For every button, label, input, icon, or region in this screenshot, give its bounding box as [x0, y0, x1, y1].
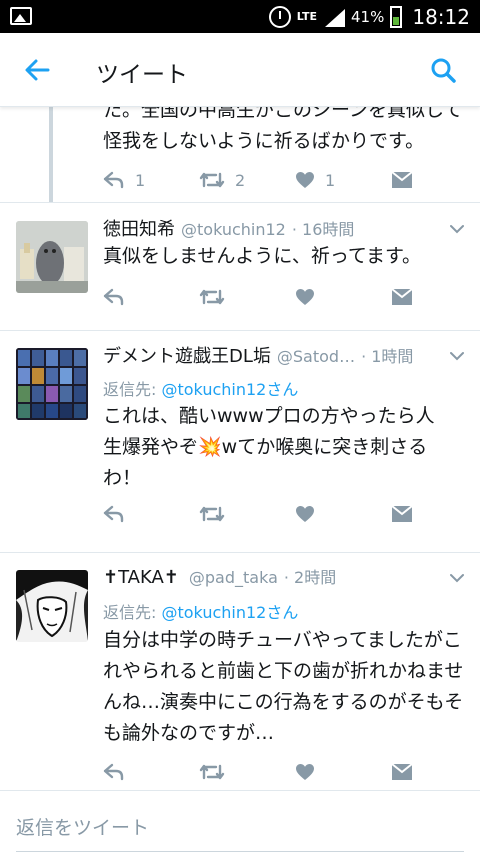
- reply-button[interactable]: 1: [103, 171, 199, 190]
- like-button[interactable]: [295, 288, 391, 306]
- reply-button[interactable]: [103, 505, 199, 523]
- reply-input[interactable]: 返信をツイート: [16, 813, 149, 840]
- like-count: 1: [325, 170, 336, 190]
- signal-icon: [323, 7, 346, 27]
- retweet-button[interactable]: [199, 288, 295, 306]
- reply-to-handle[interactable]: @tokuchin12さん: [161, 380, 298, 399]
- clock: 18:12: [412, 4, 470, 29]
- heart-icon: [296, 764, 314, 780]
- tweet-header: デメント遊戯王DL垢 @Satod… · 1時間: [103, 342, 434, 368]
- tweet-time: · 2時間: [283, 568, 337, 587]
- like-button[interactable]: 1: [295, 171, 391, 190]
- alarm-icon: [268, 5, 291, 28]
- avatar[interactable]: [16, 348, 88, 420]
- reply-icon: [103, 171, 124, 189]
- chevron-down-icon[interactable]: [450, 571, 464, 585]
- dm-button[interactable]: [391, 171, 413, 189]
- status-bar: LTE 41% 18:12: [0, 0, 480, 33]
- retweet-button[interactable]: [199, 763, 295, 781]
- tweet-text: 真似をしませんように、祈ってます。: [103, 245, 422, 267]
- tweet-text: 自分は中学の時チューバやってましたがこれやられると前歯と下の歯が折れかねませんね…: [103, 629, 464, 744]
- like-button[interactable]: [295, 505, 391, 523]
- parent-tweet-actions: 1 2 1: [103, 168, 413, 192]
- tweet-item[interactable]: 徳田知希 @tokuchin12 · 16時間 真似をしませんように、祈ってます…: [0, 202, 480, 330]
- user-handle[interactable]: @tokuchin12: [181, 220, 286, 239]
- tweet-thread: た。全国の中高生がこのシーンを真似して怪我をしないように祈るばかりです。 1 2…: [0, 107, 480, 853]
- reply-to-label: 返信先:: [103, 380, 162, 399]
- chevron-down-icon[interactable]: [450, 222, 464, 236]
- tweet-item[interactable]: ✝TAKA✝ @pad_taka · 2時間 返信先: @tokuchin12さ…: [0, 552, 480, 790]
- search-icon[interactable]: [430, 57, 456, 83]
- retweet-count: 2: [235, 170, 246, 190]
- display-name[interactable]: 徳田知希: [103, 215, 175, 241]
- display-name[interactable]: デメント遊戯王DL垢: [103, 342, 271, 368]
- reply-icon: [103, 505, 124, 523]
- parent-tweet-text: た。全国の中高生がこのシーンを真似して怪我をしないように祈るばかりです。: [103, 107, 463, 152]
- reply-context: 返信先: @tokuchin12さん: [103, 599, 298, 623]
- battery-icon: [390, 5, 403, 28]
- avatar[interactable]: [16, 570, 88, 642]
- user-handle[interactable]: @Satod…: [277, 347, 355, 366]
- dm-button[interactable]: [391, 505, 413, 523]
- retweet-icon: [199, 172, 225, 188]
- avatar-image: [16, 348, 88, 420]
- input-underline: [16, 851, 464, 852]
- dm-button[interactable]: [391, 763, 413, 781]
- reply-icon: [103, 288, 124, 306]
- envelope-icon: [391, 763, 413, 780]
- reply-to-handle[interactable]: @tokuchin12さん: [161, 603, 298, 622]
- user-handle[interactable]: @pad_taka: [189, 568, 278, 587]
- retweet-icon: [199, 506, 225, 522]
- arrow-left-icon[interactable]: [24, 57, 50, 83]
- retweet-button[interactable]: [199, 505, 295, 523]
- tweet-header: 徳田知希 @tokuchin12 · 16時間: [103, 215, 434, 241]
- page-title: ツイート: [96, 62, 188, 88]
- avatar-image: [16, 570, 88, 642]
- battery-percent: 41%: [351, 7, 385, 26]
- like-button[interactable]: [295, 763, 391, 781]
- retweet-button[interactable]: 2: [199, 171, 295, 190]
- envelope-icon: [391, 171, 413, 188]
- retweet-icon: [199, 289, 225, 305]
- retweet-icon: [199, 764, 225, 780]
- reply-to-label: 返信先:: [103, 603, 162, 622]
- network-type: LTE: [296, 10, 318, 23]
- reply-icon: [103, 763, 124, 781]
- dm-button[interactable]: [391, 288, 413, 306]
- reply-context: 返信先: @tokuchin12さん: [103, 376, 298, 400]
- reply-button[interactable]: [103, 288, 199, 306]
- tweet-actions: [103, 760, 413, 784]
- app-bar: ツイート: [0, 33, 480, 107]
- envelope-icon: [391, 505, 413, 522]
- heart-icon: [296, 289, 314, 305]
- heart-icon: [296, 506, 314, 522]
- tweet-actions: [103, 502, 413, 526]
- reply-count: 1: [135, 170, 146, 190]
- avatar-image: [16, 221, 88, 293]
- tweet-time: · 16時間: [291, 220, 355, 239]
- tweet-header: ✝TAKA✝ @pad_taka · 2時間: [103, 564, 434, 588]
- tweet-actions: [103, 285, 413, 309]
- reply-button[interactable]: [103, 763, 199, 781]
- envelope-icon: [391, 288, 413, 305]
- thread-connector: [49, 107, 53, 202]
- chevron-down-icon[interactable]: [450, 349, 464, 363]
- tweet-time: · 1時間: [361, 347, 414, 366]
- tweet-item[interactable]: デメント遊戯王DL垢 @Satod… · 1時間 返信先: @tokuchin1…: [0, 330, 480, 552]
- tweet-text: これは、酷いwwwプロの方やったら人生爆発やぞ💥wてか喉奥に突き刺さるわ！: [103, 405, 435, 489]
- reply-composer[interactable]: 返信をツイート: [0, 790, 480, 853]
- image-icon: [10, 7, 32, 25]
- heart-icon: [296, 172, 314, 188]
- avatar[interactable]: [16, 221, 88, 293]
- display-name[interactable]: ✝TAKA✝: [103, 567, 179, 588]
